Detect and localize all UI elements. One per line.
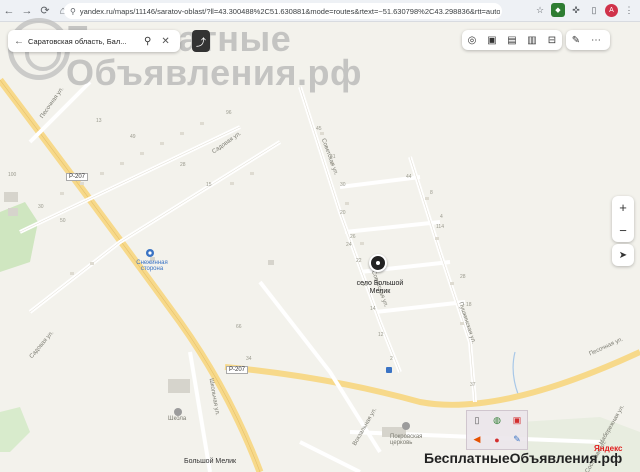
extensions-puzzle-icon[interactable]: ✜ bbox=[569, 3, 583, 17]
route-button[interactable]: ⤴ bbox=[192, 30, 210, 52]
house-number: 100 bbox=[8, 172, 17, 178]
house-number: 96 bbox=[226, 110, 232, 116]
layers-icon[interactable]: ◎ bbox=[462, 30, 482, 50]
map-tools-toolbar: ✎ ⋯ bbox=[566, 30, 610, 50]
url-text[interactable]: yandex.ru/maps/11146/saratov-oblast/?ll=… bbox=[80, 7, 500, 16]
school-marker bbox=[174, 408, 182, 416]
house-number: 49 bbox=[130, 134, 136, 140]
house-number: 45 bbox=[316, 126, 322, 132]
forest-area bbox=[0, 202, 38, 272]
house-number: 14 bbox=[370, 306, 376, 312]
yandex-logo-text: Яндекс bbox=[594, 444, 623, 453]
house-number: 13 bbox=[96, 118, 102, 124]
back-arrow-icon[interactable]: ← bbox=[14, 36, 24, 47]
search-panel: ← ⚲ ✕ bbox=[8, 30, 180, 52]
house-number: 8 bbox=[430, 190, 433, 196]
sound-icon[interactable]: ◀ bbox=[467, 430, 487, 449]
house-number: 114 bbox=[436, 224, 444, 230]
record-icon[interactable]: ● bbox=[487, 430, 507, 449]
search-input[interactable] bbox=[28, 36, 140, 46]
school-label[interactable]: Школа bbox=[168, 416, 186, 422]
zoom-controls: + − bbox=[612, 196, 634, 242]
clipboard-icon[interactable]: ▯ bbox=[467, 411, 487, 430]
address-bar[interactable]: ⚲ yandex.ru/maps/11146/saratov-oblast/?l… bbox=[64, 3, 502, 19]
bookmark-star-icon[interactable]: ☆ bbox=[533, 3, 547, 17]
traffic-icon[interactable]: ⊟ bbox=[542, 30, 562, 50]
house-number: 2 bbox=[390, 356, 393, 362]
house-number: 30 bbox=[38, 204, 44, 210]
stream bbox=[512, 351, 519, 395]
menu-kebab-icon[interactable]: ⋮ bbox=[622, 3, 636, 17]
house-number: 44 bbox=[406, 174, 412, 180]
floating-toolbar: ▯ ◍ ▣ ◀ ● ✎ bbox=[466, 410, 528, 450]
panorama-icon[interactable]: ▣ bbox=[482, 30, 502, 50]
house-number: 12 bbox=[378, 332, 384, 338]
church-marker bbox=[402, 422, 410, 430]
browser-actions: ☆ ◆ ✜ ▯ A ⋮ bbox=[533, 3, 636, 17]
road-pesochnaya bbox=[224, 349, 640, 408]
house-number: 20 bbox=[340, 210, 346, 216]
locate-me-button[interactable]: ➤ bbox=[612, 244, 634, 266]
more-icon[interactable]: ⋯ bbox=[586, 30, 606, 50]
road-number-badge: Р-207 bbox=[226, 366, 249, 374]
settlement-label: Большой Мелик bbox=[184, 458, 237, 465]
house-number: 4 bbox=[440, 214, 443, 220]
house-number: 30 bbox=[340, 182, 346, 188]
house-number: 28 bbox=[460, 274, 466, 280]
transport-icon[interactable]: ▥ bbox=[522, 30, 542, 50]
reload-icon[interactable]: ⟳ bbox=[36, 2, 54, 20]
house-number: 34 bbox=[246, 356, 252, 362]
watermark-line2: Объявления.рф bbox=[66, 52, 362, 93]
yandex-logo: Яндекс bbox=[594, 444, 622, 453]
destination-pin[interactable] bbox=[369, 254, 387, 272]
sidebar-icon[interactable]: ▯ bbox=[587, 3, 601, 17]
search-icon[interactable]: ⚲ bbox=[144, 36, 151, 47]
house-number: 18 bbox=[466, 302, 472, 308]
photo-icon[interactable]: ▤ bbox=[502, 30, 522, 50]
house-number: 50 bbox=[60, 218, 66, 224]
zoom-out-button[interactable]: − bbox=[612, 219, 634, 242]
profile-avatar[interactable]: A bbox=[605, 3, 618, 17]
house-number: 37 bbox=[470, 382, 476, 388]
gas-station-label[interactable]: Снежинная сторона bbox=[134, 260, 170, 272]
bus-stop-marker bbox=[386, 367, 392, 373]
house-number: 24 bbox=[346, 242, 352, 248]
map-layers-toolbar: ◎ ▣ ▤ ▥ ⊟ bbox=[462, 30, 562, 50]
close-icon[interactable]: ✕ bbox=[161, 36, 169, 47]
house-number: 22 bbox=[356, 258, 362, 264]
pen-icon[interactable]: ✎ bbox=[507, 430, 527, 449]
navigation-arrow-icon: ➤ bbox=[618, 249, 628, 261]
destination-label[interactable]: село Большой Мелик bbox=[350, 280, 410, 296]
church-label[interactable]: Покровская церковь bbox=[390, 434, 430, 446]
close-box-icon[interactable]: ▣ bbox=[507, 411, 527, 430]
back-arrow-icon[interactable]: ← bbox=[0, 2, 18, 20]
forest-area-south bbox=[0, 407, 30, 452]
house-number: 15 bbox=[206, 182, 212, 188]
screen: ← → ⟳ ⌂ ⚲ yandex.ru/maps/11146/saratov-o… bbox=[0, 0, 640, 472]
destination-label-line1: село Большой bbox=[356, 280, 404, 287]
zoom-in-button[interactable]: + bbox=[612, 196, 634, 219]
site-info-icon[interactable]: ⚲ bbox=[70, 7, 76, 16]
forward-arrow-icon[interactable]: → bbox=[18, 2, 36, 20]
house-number: 28 bbox=[180, 162, 186, 168]
house-number: 66 bbox=[236, 324, 242, 330]
destination-label-line2: Мелик bbox=[369, 288, 391, 295]
house-number: 41 bbox=[330, 154, 336, 160]
ruler-icon[interactable]: ✎ bbox=[566, 30, 586, 50]
road-number-badge: Р-207 bbox=[66, 173, 89, 181]
house-number: 26 bbox=[350, 234, 356, 240]
bottom-watermark: БесплатныеОбъявления.рф bbox=[424, 450, 623, 466]
extension-icon[interactable]: ◆ bbox=[551, 3, 565, 17]
route-icon: ⤴ bbox=[196, 37, 206, 49]
globe-icon[interactable]: ◍ bbox=[487, 411, 507, 430]
